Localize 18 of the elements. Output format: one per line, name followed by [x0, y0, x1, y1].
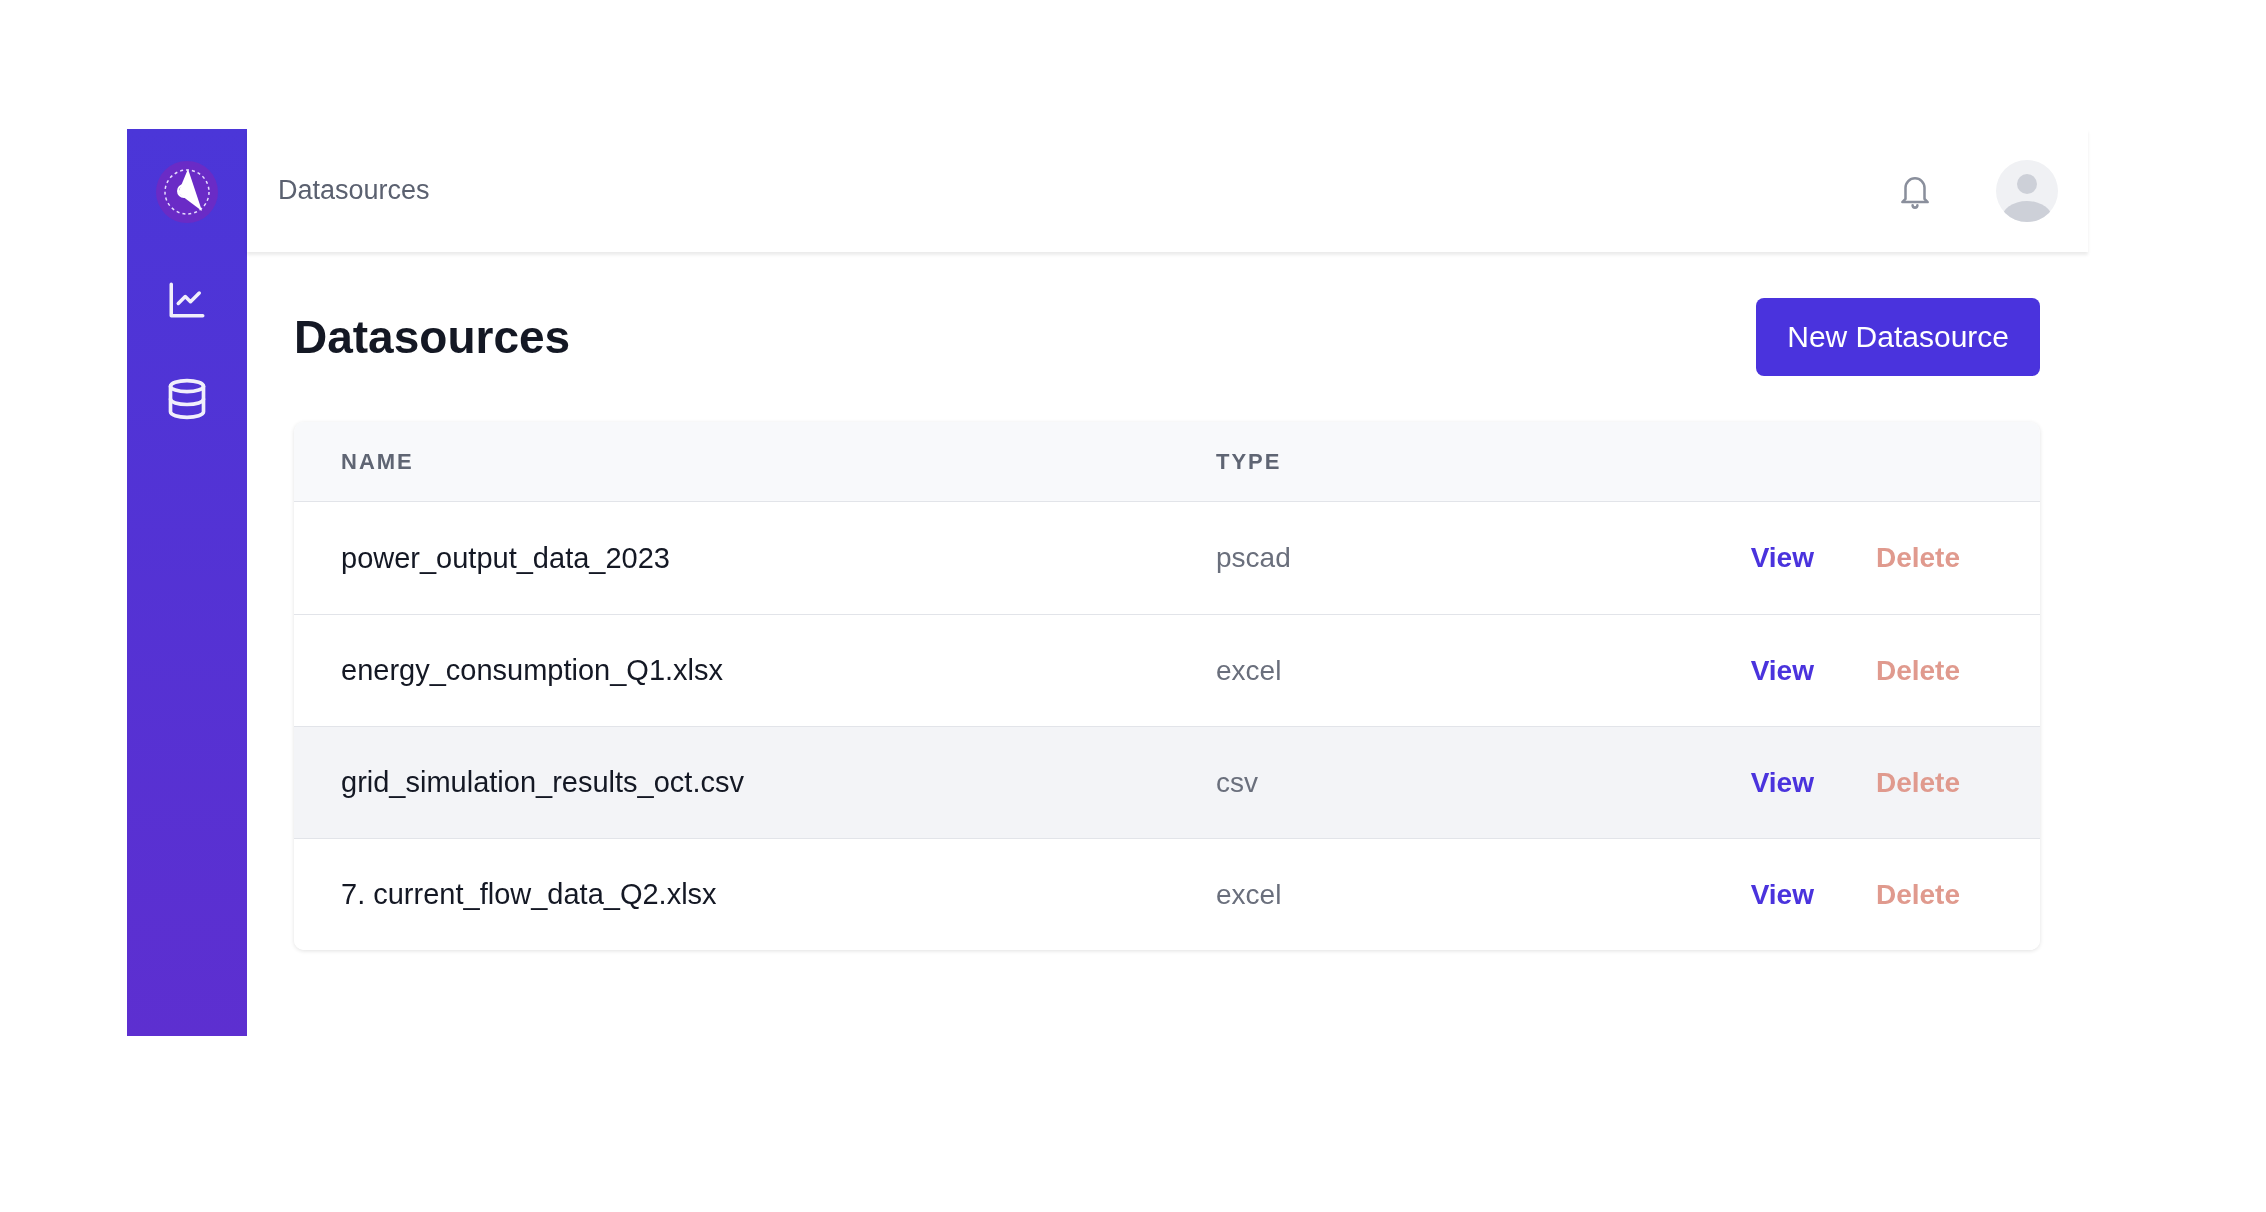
name-cell-text: grid_simulation_results_oct.csv	[341, 766, 745, 799]
name-cell-text: energy_consumption_Q1.xlsx	[341, 654, 725, 687]
type-cell-text: csv	[1216, 766, 1259, 799]
type-cell-text: excel	[1216, 654, 1283, 687]
type-cell-text: excel	[1216, 878, 1283, 911]
type-cell-text: pscad	[1216, 542, 1292, 574]
page-heading: Datasources	[294, 310, 571, 364]
column-header: TYPE	[1216, 448, 1283, 475]
view-link[interactable]: View	[1750, 766, 1814, 799]
top-bar-title: Datasources	[278, 175, 431, 206]
view-link[interactable]: View	[1750, 878, 1814, 911]
name-cell-text: power_output_data_2023	[341, 541, 671, 575]
view-link[interactable]: View	[1750, 542, 1814, 574]
compass-logo-icon	[156, 161, 218, 223]
column-header: NAME	[341, 448, 415, 475]
view-link[interactable]: View	[1750, 654, 1814, 687]
new-datasource-button[interactable]: New Datasource	[1756, 298, 2040, 376]
name-cell-text: 7. current_flow_data_Q2.xlsx	[341, 878, 718, 911]
